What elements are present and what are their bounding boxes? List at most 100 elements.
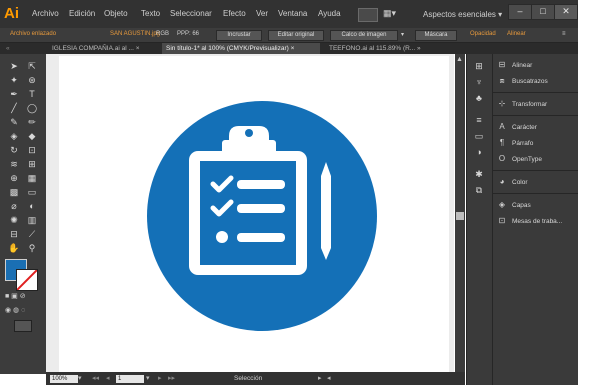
panel-caracter[interactable]: A Carácter (496, 120, 576, 134)
menu-texto[interactable]: Texto (141, 9, 160, 18)
menu-efecto[interactable]: Efecto (223, 9, 246, 18)
color-mode-buttons[interactable]: ■ ▣ ⊘ (5, 292, 39, 300)
zoom-field[interactable]: 100% (50, 375, 78, 383)
appearance-panel-icon[interactable]: ✱ (472, 168, 486, 180)
hscroll-left-icon[interactable]: ◂ (327, 374, 331, 382)
direct-selection-tool-icon[interactable]: ⇱ (25, 60, 39, 72)
hand-tool-icon[interactable]: ✋ (7, 242, 21, 254)
selection-tool-icon[interactable]: ➤ (7, 60, 21, 72)
next-artboard-icon[interactable]: ▸ (158, 374, 162, 382)
scroll-up-icon[interactable]: ▲ (456, 56, 464, 64)
slice-tool-icon[interactable]: ⟋ (25, 228, 39, 240)
tab-overflow-icon[interactable]: » (417, 45, 421, 52)
eyedropper-tool-icon[interactable]: ⌀ (7, 200, 21, 212)
artboard-tool-icon[interactable]: ⊟ (7, 228, 21, 240)
tab-teefono[interactable]: TEEFONO.ai al 115.89% (R... » (325, 43, 458, 54)
status-mode[interactable]: Selección (234, 375, 262, 382)
screen-mode-icon[interactable] (14, 320, 32, 332)
opacity-label[interactable]: Opacidad (470, 31, 496, 37)
graphic-styles-icon[interactable]: ⧉ (472, 184, 486, 196)
menu-ayuda[interactable]: Ayuda (318, 9, 341, 18)
line-tool-icon[interactable]: ╱ (7, 102, 21, 114)
embed-button[interactable]: Incrustar (216, 30, 262, 41)
panel-transformar[interactable]: ⊹ Transformar (496, 97, 576, 111)
lasso-tool-icon[interactable]: ⊛ (25, 74, 39, 86)
zoom-dropdown-icon[interactable]: ▾ (78, 374, 82, 382)
blend-tool-icon[interactable]: ◐ (25, 200, 39, 212)
character-icon: A (499, 122, 505, 131)
stroke-panel-icon[interactable]: ≡ (472, 114, 486, 126)
width-tool-icon[interactable]: ≋ (7, 158, 21, 170)
stroke-swatch[interactable] (16, 269, 38, 291)
panel-menu-icon[interactable]: ≡ (562, 31, 566, 37)
tab-close-icon[interactable]: × (136, 45, 140, 52)
panel-label: Carácter (512, 124, 537, 131)
vertical-scroll-thumb[interactable] (456, 212, 464, 220)
gradient-panel-icon[interactable]: ▭ (472, 130, 486, 142)
zoom-tool-icon[interactable]: ⚲ (25, 242, 39, 254)
brushes-icon[interactable]: ♆ (472, 76, 486, 88)
linked-file-label[interactable]: Archivo enlazado (10, 31, 56, 37)
image-trace-button[interactable]: Calco de imagen (330, 30, 398, 41)
panel-opentype[interactable]: O OpenType (496, 152, 576, 166)
pen-tool-icon[interactable]: ✒ (7, 88, 21, 100)
image-trace-dropdown[interactable]: ▾ (401, 31, 404, 38)
menu-ventana[interactable]: Ventana (278, 9, 307, 18)
first-artboard-icon[interactable]: ◂◂ (92, 374, 99, 382)
symbols-icon[interactable]: ♣ (472, 92, 486, 104)
menu-seleccionar[interactable]: Seleccionar (170, 9, 212, 18)
arrange-documents-icon[interactable]: ▦▾ (383, 8, 403, 20)
panel-capas[interactable]: ◈ Capas (496, 198, 576, 212)
edit-original-button[interactable]: Editar original (268, 30, 324, 41)
panel-color[interactable]: ◕ Color (496, 175, 576, 189)
workspace-switcher[interactable]: Aspectos esenciales ▾ (423, 10, 502, 19)
artboard-number-field[interactable]: 1 (116, 375, 144, 383)
prev-artboard-icon[interactable]: ◂ (106, 374, 110, 382)
collapse-arrows-icon[interactable]: « (2, 43, 14, 54)
perspective-grid-tool-icon[interactable]: ▦ (25, 172, 39, 184)
document-layout-icon[interactable] (358, 8, 378, 22)
maximize-button[interactable]: □ (531, 4, 555, 20)
panel-parrafo[interactable]: ¶ Párrafo (496, 136, 576, 150)
tab-sin-titulo[interactable]: Sin título-1* al 100% (CMYK/Previsualiza… (162, 43, 320, 54)
tab-close-icon[interactable]: × (291, 45, 295, 52)
magic-wand-tool-icon[interactable]: ✦ (7, 74, 21, 86)
swatches-icon[interactable]: ⊞ (472, 60, 486, 72)
menu-objeto[interactable]: Objeto (104, 9, 128, 18)
mesh-tool-icon[interactable]: ▩ (7, 186, 21, 198)
pencil-tool-icon[interactable]: ✏ (25, 116, 39, 128)
symbol-sprayer-tool-icon[interactable]: ✺ (7, 214, 21, 226)
gradient-tool-icon[interactable]: ▭ (25, 186, 39, 198)
column-graph-tool-icon[interactable]: ▥ (25, 214, 39, 226)
artboard-dropdown-icon[interactable]: ▾ (146, 374, 150, 382)
panel-label: Párrafo (512, 140, 534, 147)
status-menu-icon[interactable]: ▸ (318, 374, 322, 382)
transparency-panel-icon[interactable]: ◑ (472, 146, 486, 158)
panel-mesas-de-trabajo[interactable]: ⊡ Mesas de traba... (496, 214, 576, 228)
close-button[interactable]: ✕ (554, 4, 578, 20)
panel-buscatrazos[interactable]: ⧈ Buscatrazos (496, 74, 576, 88)
clipboard-checklist-icon[interactable] (136, 96, 386, 346)
tab-iglesia[interactable]: IGLESIA COMPAÑIA.ai al ... × (48, 43, 160, 54)
draw-mode-buttons[interactable]: ◉ ◍ ◌ (5, 306, 39, 314)
ellipse-tool-icon[interactable]: ◯ (25, 102, 39, 114)
align-label[interactable]: Alinear (507, 31, 526, 37)
last-artboard-icon[interactable]: ▸▸ (168, 374, 175, 382)
panel-separator (492, 193, 578, 194)
minimize-button[interactable]: – (508, 4, 532, 20)
panel-alinear[interactable]: ⊟ Alinear (496, 58, 576, 72)
scale-tool-icon[interactable]: ⊡ (25, 144, 39, 156)
mask-button[interactable]: Máscara (415, 30, 457, 41)
menu-archivo[interactable]: Archivo (32, 9, 59, 18)
eraser-tool-icon[interactable]: ◆ (25, 130, 39, 142)
rotate-tool-icon[interactable]: ↻ (7, 144, 21, 156)
paintbrush-tool-icon[interactable]: ✎ (7, 116, 21, 128)
menu-ver[interactable]: Ver (256, 9, 268, 18)
free-transform-tool-icon[interactable]: ⊞ (25, 158, 39, 170)
artboards-icon: ⊡ (498, 216, 506, 225)
blob-brush-tool-icon[interactable]: ◈ (7, 130, 21, 142)
menu-edicion[interactable]: Edición (69, 9, 95, 18)
linked-filename[interactable]: SAN AGUSTIN.jpg (110, 31, 160, 37)
type-tool-icon[interactable]: T (25, 88, 39, 100)
shape-builder-tool-icon[interactable]: ⊕ (7, 172, 21, 184)
